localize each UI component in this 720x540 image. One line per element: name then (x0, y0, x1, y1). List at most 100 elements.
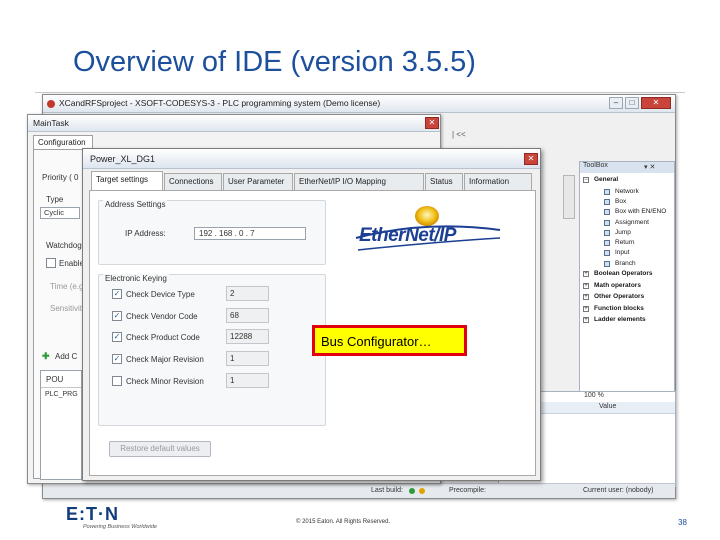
tab-ethernetip-io-mapping[interactable]: EtherNet/IP I/O Mapping (294, 173, 424, 190)
status-precompile: Precompile: (449, 487, 486, 494)
tab-connections[interactable]: Connections (164, 173, 222, 190)
tab-information[interactable]: Information (464, 173, 532, 190)
pou-list: POU PLC_PRG (40, 370, 82, 480)
warning-icon (419, 488, 425, 494)
expand-icon[interactable]: + (583, 317, 589, 324)
toolbox-item[interactable]: Branch (580, 260, 674, 269)
watchdog-label: Watchdog (46, 241, 82, 250)
expand-icon[interactable]: − (583, 177, 589, 183)
slide-title: Overview of IDE (version 3.5.5) (73, 46, 476, 78)
main-task-titlebar: MainTask ✕ (28, 115, 440, 132)
toolbox-item[interactable]: Jump (580, 229, 674, 238)
toolbox-item[interactable]: + Function blocks (580, 305, 674, 314)
toolbox-item-label: Return (615, 239, 635, 247)
keying-label: Check Minor Revision (126, 376, 204, 386)
toolbox-category-label: Math operators (594, 281, 641, 289)
toolbox-item-label: Assignment (615, 218, 649, 226)
restore-defaults-button[interactable]: Restore default values (109, 441, 211, 457)
type-select[interactable]: Cyclic (40, 207, 80, 219)
toolbox-item[interactable]: + Ladder elements (580, 316, 674, 325)
keying-value[interactable]: 2 (226, 286, 269, 301)
toolbox-item[interactable]: Assignment (580, 219, 674, 228)
toolbox-item[interactable]: Network (580, 188, 674, 197)
zoom-level[interactable]: 100 % (584, 392, 604, 399)
dialog-title: Power_XL_DG1 (90, 154, 156, 164)
keying-value[interactable]: 68 (226, 307, 269, 323)
toolbox-element-icon (604, 260, 610, 267)
toolbox-list: − General Network Box Box with EN/ENO Assignm… (580, 162, 674, 392)
toolbox-element-icon (604, 219, 610, 226)
keying-value[interactable]: 1 (226, 372, 269, 388)
toolbox-item[interactable]: + Math operators (580, 282, 674, 291)
expand-icon[interactable]: + (583, 282, 589, 289)
tab-configuration[interactable]: Configuration (33, 135, 93, 149)
close-icon[interactable]: ✕ (524, 153, 538, 165)
toolbox-element-icon (604, 188, 610, 195)
keying-value[interactable]: 1 (226, 351, 269, 367)
keying-checkbox[interactable]: ✓ (112, 354, 122, 365)
toolbox-category-label: General (594, 176, 619, 183)
toolbox-item-label: Jump (615, 228, 631, 236)
ide-toolbar: | << (448, 127, 673, 143)
toolbox-item-label: Network (615, 187, 639, 195)
sensitivity-label: Sensitivity (50, 304, 87, 313)
add-icon[interactable]: ✚ (42, 351, 50, 362)
toolbar-text[interactable]: | << (452, 130, 466, 139)
tab-target-settings[interactable]: Target settings (91, 171, 163, 190)
bus-configurator-callout: Bus Configurator… (312, 325, 467, 356)
minimize-button[interactable]: – (609, 97, 623, 109)
keying-label: Check Product Code (126, 333, 200, 343)
keying-label: Check Major Revision (126, 355, 204, 365)
eaton-logo: E:T·N (66, 504, 119, 524)
keying-label: Check Device Type (126, 290, 195, 299)
toolbox-item[interactable]: + Boolean Operators (580, 270, 674, 279)
toolbox-category-label: Function blocks (594, 304, 644, 312)
keying-checkbox[interactable]: ✓ (112, 310, 122, 321)
tab-user-parameter[interactable]: User Parameter (223, 173, 293, 190)
page-number: 38 (678, 518, 687, 527)
watch-col-value: Value (599, 403, 617, 410)
status-last-build: Last build: (371, 487, 403, 494)
toolbox-item[interactable]: Input (580, 249, 674, 258)
toolbox-item-label: Box with EN/ENO (615, 208, 667, 216)
dialog-tab-bar: Target settings Connections User Paramet… (89, 171, 536, 190)
close-icon[interactable]: ✕ (425, 117, 439, 129)
main-task-title: MainTask (33, 118, 69, 128)
watchdog-enable-checkbox[interactable] (46, 258, 56, 268)
toolbox-category-label: Boolean Operators (594, 270, 653, 277)
toolbox-element-icon (604, 198, 610, 205)
toolbox-category-label: Other Operators (594, 293, 645, 301)
toolbox-element-icon (604, 229, 610, 236)
expand-icon[interactable]: + (583, 271, 589, 277)
pou-header: POU (46, 375, 64, 384)
toolbox-item[interactable]: Box with EN/ENO (580, 208, 674, 217)
title-divider (35, 92, 685, 93)
ok-icon (409, 488, 415, 494)
toolbox-item[interactable]: Return (580, 239, 674, 248)
add-call-button[interactable]: Add C (55, 352, 77, 361)
keying-label: Check Vendor Code (126, 311, 198, 321)
app-icon (47, 100, 55, 108)
scrollbar[interactable] (563, 175, 575, 219)
ide-titlebar: XCandRFSproject - XSOFT-CODESYS-3 - PLC … (43, 95, 675, 113)
keying-checkbox[interactable]: ✓ (112, 332, 122, 343)
tab-status[interactable]: Status (425, 173, 463, 190)
pou-item[interactable]: PLC_PRG (45, 391, 78, 398)
toolbox-item[interactable]: + Other Operators (580, 293, 674, 302)
toolbox-item[interactable]: Box (580, 198, 674, 207)
keying-value[interactable]: 12288 (226, 329, 269, 345)
keying-checkbox[interactable] (112, 375, 122, 386)
toolbox-item[interactable]: − General (580, 176, 674, 185)
keying-checkbox[interactable]: ✓ (112, 289, 122, 299)
callout-text: Bus Configurator… (321, 334, 432, 349)
priority-label: Priority ( 0 (42, 173, 79, 182)
ide-window-title: XCandRFSproject - XSOFT-CODESYS-3 - PLC … (59, 98, 381, 108)
maximize-button[interactable]: □ (625, 97, 639, 109)
close-button[interactable]: ✕ (641, 97, 671, 109)
status-current-user: Current user: (nobody) (583, 487, 654, 494)
expand-icon[interactable]: + (583, 305, 589, 312)
toolbox-item-label: Input (615, 249, 630, 257)
type-label: Type (46, 195, 64, 204)
enable-label: Enable (59, 259, 84, 268)
expand-icon[interactable]: + (583, 294, 589, 301)
